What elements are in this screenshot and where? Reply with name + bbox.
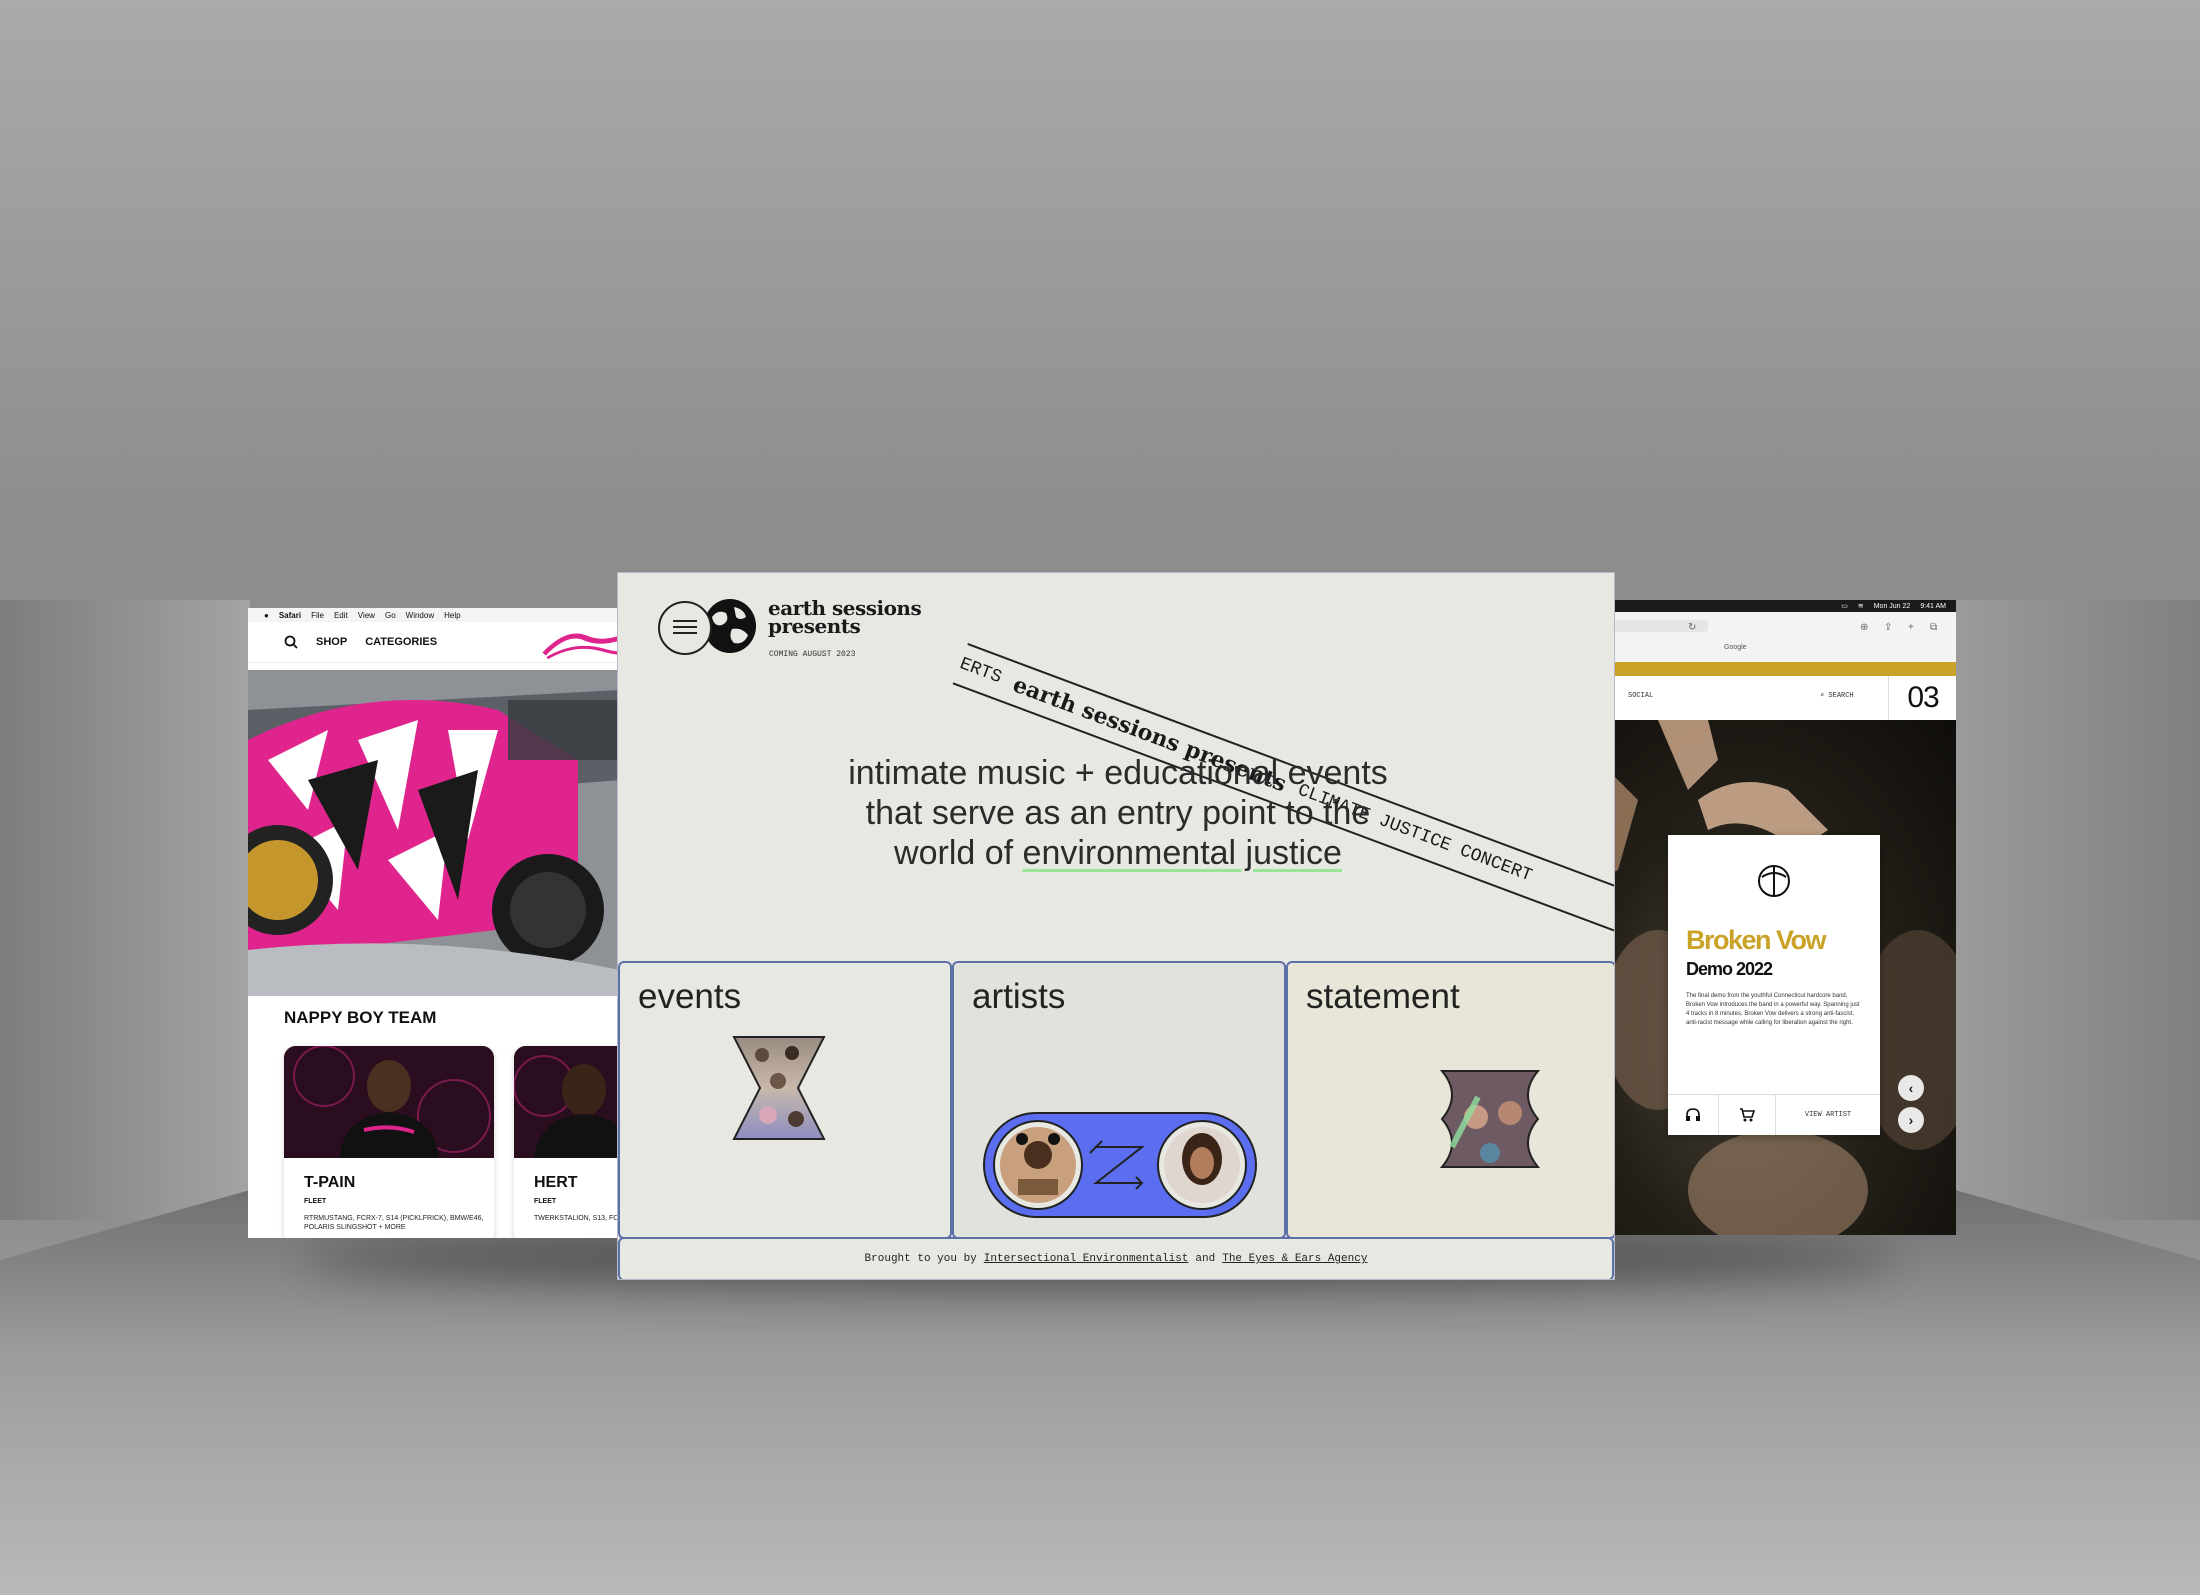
site-footer: Brought to you by Intersectional Environ… — [618, 1237, 1614, 1279]
headphones-icon — [1686, 1108, 1700, 1121]
footer-and: and — [1195, 1253, 1216, 1265]
view-artist-button[interactable]: VIEW ARTIST — [1776, 1095, 1880, 1135]
member-card-hert[interactable]: HERT FLEET TWERKSTALION, S13, FCRX7(X3),… — [514, 1046, 620, 1238]
left-browser-window: ● Safari File Edit View Go Window Help S… — [248, 608, 620, 1238]
listen-button[interactable] — [1668, 1095, 1719, 1135]
events-panel[interactable]: events — [618, 961, 952, 1239]
google-tab[interactable]: Google — [1724, 644, 1747, 651]
right-browser-window: ▭ ≋ Mon Jun 22 9:41 AM ↻ ⊕ ⇪ + ⧉ Google … — [1598, 600, 1956, 1235]
nav-search[interactable]: ⌕ SEARCH — [1820, 691, 1854, 700]
status-time: 9:41 AM — [1920, 602, 1946, 610]
mac-menubar: ● Safari File Edit View Go Window Help — [248, 608, 620, 622]
search-icon[interactable] — [284, 635, 298, 649]
statement-panel[interactable]: statement — [1286, 961, 1614, 1239]
menubar-go[interactable]: Go — [385, 611, 396, 620]
member-desc: RTRMUSTANG, FCRX-7, S14 (PICKLFRICK), BM… — [304, 1215, 484, 1231]
headline-line-3: world of environmental justice — [768, 833, 1468, 873]
right-site-nav: SOCIAL ⌕ SEARCH 03 — [1598, 676, 1956, 721]
menu-icon — [673, 620, 697, 622]
accent-bar — [1598, 662, 1956, 676]
nav-search-label: SEARCH — [1828, 692, 1854, 700]
team-section-title: NAPPY BOY TEAM — [284, 1008, 437, 1027]
member-photo — [284, 1046, 494, 1158]
artist-card[interactable]: Broken Vow Demo 2022 The final demo from… — [1668, 835, 1880, 1135]
status-date: Mon Jun 22 — [1873, 602, 1911, 610]
footer-link-eyes-ears-agency[interactable]: The Eyes & Ears Agency — [1222, 1253, 1367, 1265]
hero-car-image — [248, 670, 620, 996]
member-role: FLEET — [534, 1198, 557, 1205]
member-name: HERT — [534, 1174, 578, 1191]
headline-highlight: environmental justice — [1022, 834, 1342, 872]
next-arrow-icon[interactable]: › — [1898, 1107, 1924, 1133]
statement-photo — [1439, 1070, 1541, 1168]
site-title[interactable]: earth sessions presents — [768, 596, 922, 638]
site-title-text: earth sessions presents — [768, 596, 922, 638]
artist-description: The final demo from the youthful Connect… — [1686, 993, 1860, 1026]
nav-categories[interactable]: CATEGORIES — [365, 636, 437, 648]
menubar-edit[interactable]: Edit — [334, 611, 348, 620]
tabs-icon[interactable]: ⧉ — [1930, 622, 1937, 633]
menubar-file[interactable]: File — [311, 611, 324, 620]
statement-title: statement — [1306, 977, 1460, 1016]
center-browser-window: earth sessions presents COMING AUGUST 20… — [617, 572, 1615, 1280]
artists-illustration — [983, 1112, 1257, 1218]
buy-button[interactable] — [1719, 1095, 1776, 1135]
share-icon[interactable]: ⇪ — [1884, 622, 1892, 633]
card-actions: VIEW ARTIST — [1668, 1094, 1880, 1135]
apple-icon[interactable]: ● — [264, 611, 269, 620]
member-card-tpain[interactable]: T-PAIN FLEET RTRMUSTANG, FCRX-7, S14 (PI… — [284, 1046, 494, 1238]
events-photo — [732, 1036, 826, 1140]
page-counter: 03 — [1888, 676, 1956, 720]
headline-line-2: that serve as an entry point to the — [865, 794, 1371, 832]
menubar-view[interactable]: View — [358, 611, 375, 620]
nav-shop[interactable]: SHOP — [316, 636, 347, 648]
headline-line-3-prefix: world of — [894, 834, 1023, 872]
prev-arrow-icon[interactable]: ‹ — [1898, 1075, 1924, 1101]
footer-prefix: Brought to you by — [864, 1253, 977, 1265]
download-icon[interactable]: ⊕ — [1860, 622, 1868, 633]
menubar-window[interactable]: Window — [406, 611, 434, 620]
status-bar: ▭ ≋ Mon Jun 22 9:41 AM — [1598, 600, 1956, 612]
member-photo — [514, 1046, 620, 1158]
wifi-icon: ≋ — [1857, 603, 1864, 610]
headline-line-1: intimate music + educational events — [848, 754, 1388, 792]
backdrop-wall-right — [1955, 600, 2200, 1220]
menubar-safari[interactable]: Safari — [279, 611, 301, 620]
ribbon-prefix: ERTS — [956, 654, 1005, 689]
browser-toolbar: ↻ ⊕ ⇪ + ⧉ Google — [1598, 612, 1956, 662]
broken-vow-logo-icon — [1758, 865, 1790, 897]
events-title: events — [638, 977, 742, 1016]
nav-social[interactable]: SOCIAL — [1628, 692, 1653, 700]
battery-icon: ▭ — [1841, 603, 1848, 610]
coming-date: COMING AUGUST 2023 — [769, 650, 856, 659]
member-role: FLEET — [304, 1198, 327, 1205]
artists-panel[interactable]: artists — [952, 961, 1286, 1239]
hero-headline: intimate music + educational events that… — [768, 753, 1468, 873]
new-tab-icon[interactable]: + — [1908, 622, 1914, 633]
member-name: T-PAIN — [304, 1174, 356, 1191]
footer-link-intersectional-environmentalist[interactable]: Intersectional Environmentalist — [984, 1253, 1189, 1265]
artists-title: artists — [972, 977, 1066, 1016]
hamburger-menu-button[interactable] — [658, 601, 712, 655]
reload-icon[interactable]: ↻ — [1688, 622, 1696, 633]
artist-title: Broken Vow — [1686, 925, 1827, 955]
backdrop-wall-left — [0, 600, 250, 1220]
artist-subtitle: Demo 2022 — [1686, 959, 1773, 979]
menubar-help[interactable]: Help — [444, 611, 460, 620]
cart-icon — [1740, 1108, 1755, 1122]
member-desc: TWERKSTALION, S13, FCRX7(X3), JZX100MARK — [534, 1215, 620, 1222]
nappy-boy-logo[interactable] — [540, 628, 620, 662]
